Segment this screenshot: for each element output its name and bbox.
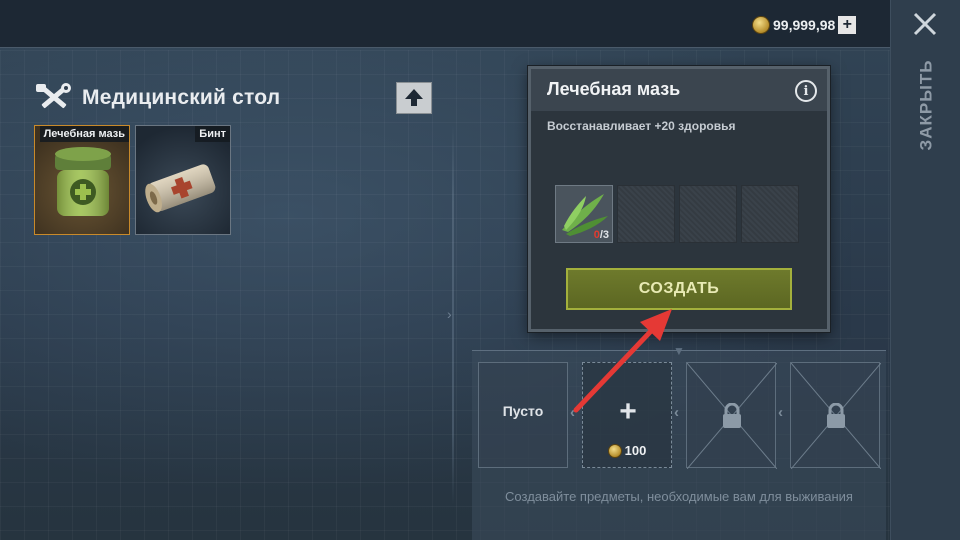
lock-icon (827, 403, 845, 428)
recipe-label: Бинт (195, 126, 230, 142)
bandage-roll-icon (145, 164, 216, 213)
station-title: Медицинский стол (82, 86, 281, 109)
popup-description: Восстанавливает +20 здоровья (547, 119, 736, 133)
ingredient-slot[interactable]: 0/3 (555, 185, 613, 243)
create-button[interactable]: СОЗДАТЬ (566, 268, 792, 310)
queue-slot-label: Пусто (502, 403, 544, 419)
currency-amount: 99,999,98 (773, 17, 836, 33)
upgrade-button[interactable] (396, 82, 432, 114)
close-button[interactable] (905, 6, 945, 42)
slot-price: 100 (583, 443, 671, 458)
coin-icon (752, 16, 770, 34)
chevron-left-icon: ‹ (674, 404, 679, 421)
currency-display: 99,999,98 + (752, 14, 857, 36)
ingredient-count: 0/3 (593, 229, 609, 241)
recipe-card-ointment[interactable]: Лечебная мазь (34, 125, 130, 235)
popup-header: Лечебная мазь i (531, 69, 827, 111)
ingredient-slot-empty (617, 185, 675, 243)
close-label[interactable]: ЗАКРЫТЬ (914, 60, 938, 151)
close-icon (913, 12, 937, 36)
queue-hint: Создавайте предметы, необходимые вам для… (505, 489, 853, 504)
ingredient-slot-empty (679, 185, 737, 243)
coin-icon (607, 443, 622, 458)
lock-icon (723, 403, 741, 428)
recipe-card-bandage[interactable]: Бинт (135, 125, 231, 235)
ingredient-slot-empty (741, 185, 799, 243)
ointment-jar-icon (55, 147, 111, 216)
arrow-up-icon (405, 89, 423, 106)
popup-title: Лечебная мазь (547, 79, 681, 99)
divider-chevron-icon: › (447, 306, 452, 322)
recipe-detail-popup: Лечебная мазь i Восстанавливает +20 здор… (528, 66, 830, 332)
queue-slot-empty: Пусто (478, 362, 568, 468)
add-currency-button[interactable]: + (838, 16, 857, 34)
info-icon[interactable]: i (795, 80, 817, 102)
queue-slot-locked (686, 362, 777, 469)
recipe-label: Лечебная мазь (39, 126, 129, 142)
plus-icon: + (619, 395, 637, 428)
queue-slot-buy[interactable]: + 100 (582, 362, 672, 468)
chevron-left-icon: ‹ (778, 404, 783, 421)
station-header: Медицинский стол (36, 80, 280, 116)
queue-slot-locked (790, 362, 881, 469)
queue-notch-icon: ▼ (673, 344, 685, 358)
crossed-tools-icon (36, 83, 71, 109)
chevron-left-icon: ‹ (570, 404, 575, 421)
